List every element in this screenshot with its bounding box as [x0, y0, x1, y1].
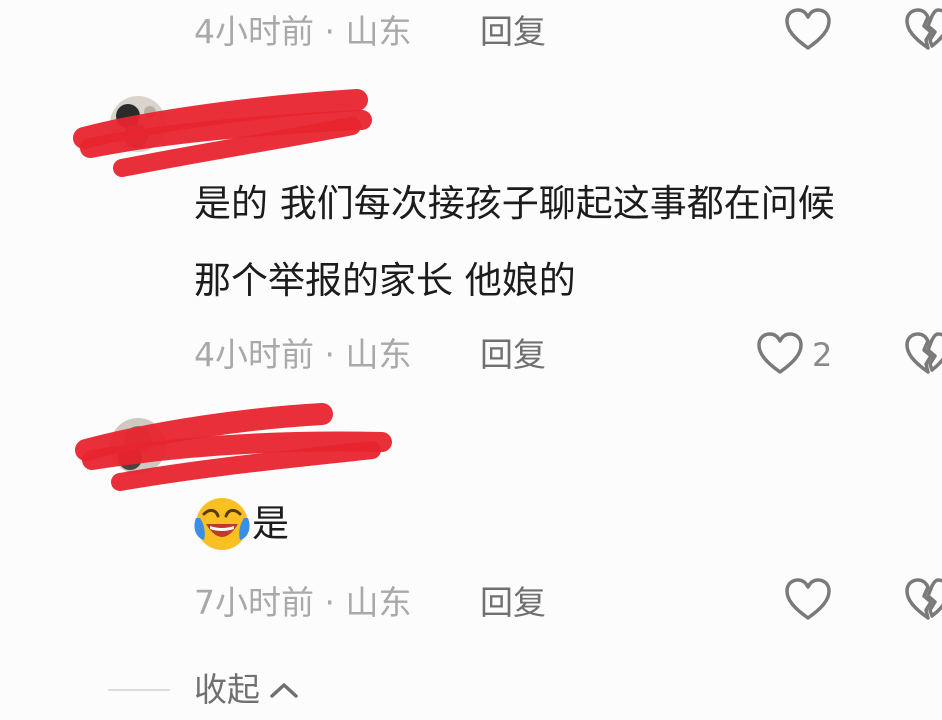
collapse-label: 收起	[194, 670, 260, 709]
collapse-button[interactable]: 收起	[194, 670, 300, 710]
like-count: 2	[812, 336, 833, 374]
heart-outline-icon[interactable]	[756, 332, 804, 376]
broken-heart-icon[interactable]	[904, 332, 942, 376]
redaction-mark	[73, 89, 372, 177]
heart-outline-icon[interactable]	[784, 8, 832, 52]
reply-button[interactable]: 回复	[480, 335, 546, 375]
reply-button[interactable]: 回复	[480, 12, 546, 52]
reply-button[interactable]: 回复	[480, 583, 546, 623]
divider	[108, 689, 170, 691]
redaction-mark	[75, 403, 392, 491]
chevron-up-icon	[270, 683, 298, 698]
comment-text-line-2: 那个举报的家长 他娘的	[194, 259, 576, 302]
broken-heart-icon[interactable]	[904, 578, 942, 622]
laughing-crying-emoji	[194, 498, 250, 550]
comment-thread: 4小时前 · 山东 回复 是的 我们每次接孩子聊起这事都在问候 那个举报的家长 …	[0, 0, 942, 720]
heart-outline-icon[interactable]	[784, 578, 832, 622]
broken-heart-icon[interactable]	[904, 8, 942, 52]
comment-meta: 4小时前 · 山东	[194, 335, 412, 374]
comment-meta: 4小时前 · 山东	[194, 12, 412, 51]
comment-text: 是	[252, 502, 289, 545]
comment-body: 是	[194, 496, 289, 552]
comment-meta: 7小时前 · 山东	[194, 583, 412, 622]
comment-text-line-1: 是的 我们每次接孩子聊起这事都在问候	[194, 182, 835, 225]
